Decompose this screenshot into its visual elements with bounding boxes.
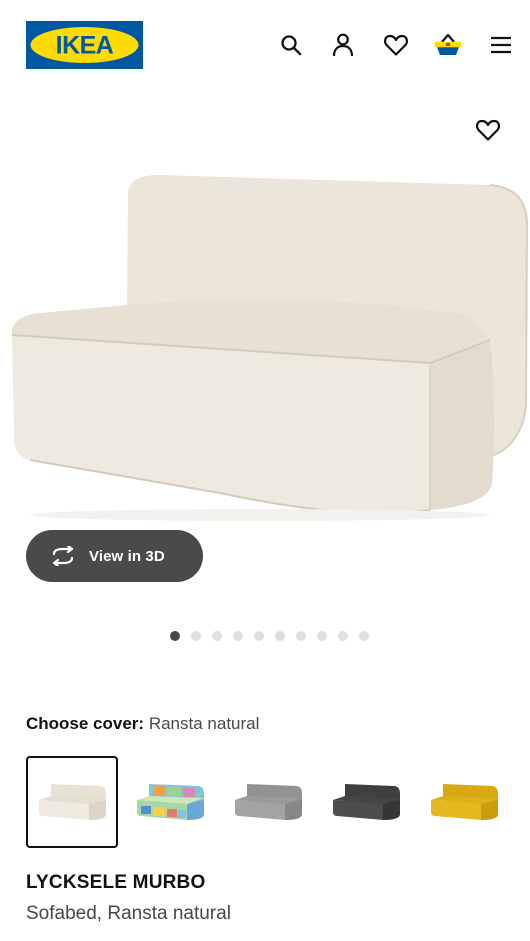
carousel-dot-2[interactable]	[191, 631, 201, 641]
cover-swatch-multicolor[interactable]	[124, 756, 216, 848]
basket-icon[interactable]	[434, 31, 462, 59]
carousel-dot-4[interactable]	[233, 631, 243, 641]
cover-swatch-dark-grey[interactable]	[320, 756, 412, 848]
swatch-sofa-image	[39, 784, 106, 820]
product-image[interactable]	[0, 165, 530, 525]
view-in-3d-button[interactable]: View in 3D	[26, 530, 203, 582]
view-in-3d-label: View in 3D	[89, 547, 165, 565]
svg-text:IKEA: IKEA	[56, 32, 114, 60]
carousel-dot-10[interactable]	[359, 631, 369, 641]
site-header: IKEA	[0, 0, 530, 90]
carousel-dot-9[interactable]	[338, 631, 348, 641]
cover-label: Choose cover:	[26, 714, 145, 733]
image-carousel-dots	[170, 631, 369, 643]
cover-swatch-grey[interactable]	[222, 756, 314, 848]
profile-icon[interactable]	[329, 31, 357, 59]
swatch-sofa-image	[431, 784, 498, 820]
cover-swatch-ransta-natural[interactable]	[26, 756, 118, 848]
carousel-dot-6[interactable]	[275, 631, 285, 641]
menu-icon[interactable]	[487, 31, 515, 59]
swatch-sofa-image	[333, 784, 400, 820]
carousel-dot-7[interactable]	[296, 631, 306, 641]
product-description: Sofabed, Ransta natural	[26, 903, 231, 924]
carousel-dot-1[interactable]	[170, 631, 180, 641]
cover-swatch-yellow[interactable]	[418, 756, 510, 848]
ikea-logo-mark: IKEA	[26, 21, 143, 69]
swatch-sofa-image	[137, 784, 204, 820]
carousel-dot-3[interactable]	[212, 631, 222, 641]
carousel-dot-5[interactable]	[254, 631, 264, 641]
swatch-sofa-image	[235, 784, 302, 820]
product-name: LYCKSELE MURBO	[26, 872, 206, 893]
favorite-button[interactable]	[472, 114, 504, 146]
search-icon[interactable]	[277, 31, 305, 59]
heart-icon[interactable]	[382, 31, 410, 59]
ikea-logo[interactable]: IKEA	[26, 21, 143, 69]
cover-selector-heading: Choose cover: Ransta natural	[26, 714, 259, 734]
heart-icon	[476, 119, 500, 141]
cover-selected-value: Ransta natural	[148, 714, 260, 733]
rotate-3d-icon	[52, 546, 74, 566]
carousel-dot-8[interactable]	[317, 631, 327, 641]
